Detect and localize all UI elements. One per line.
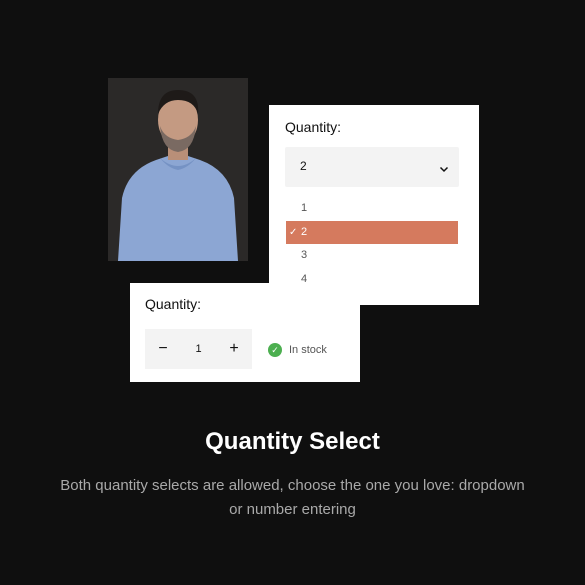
- feature-title: Quantity Select: [205, 428, 380, 455]
- check-circle-icon: ✓: [268, 343, 282, 357]
- stepper-quantity-card: Quantity: − 1 + ✓ In stock: [130, 283, 360, 382]
- option-1[interactable]: 1: [286, 197, 458, 221]
- quantity-label: Quantity:: [285, 119, 342, 135]
- quantity-label: Quantity:: [145, 296, 202, 312]
- quantity-input[interactable]: 1: [181, 329, 216, 369]
- decrement-button[interactable]: −: [145, 329, 181, 369]
- feature-description: Both quantity selects are allowed, choos…: [60, 477, 525, 518]
- selected-value: 2: [300, 159, 307, 173]
- quantity-select[interactable]: 2: [285, 147, 459, 187]
- dropdown-quantity-card: Quantity: 2 1 ✓ 2 3 4: [269, 105, 479, 305]
- stock-text: In stock: [289, 344, 327, 356]
- increment-button[interactable]: +: [216, 329, 252, 369]
- chevron-down-icon: [439, 161, 449, 179]
- option-3[interactable]: 3: [286, 244, 458, 268]
- quantity-stepper: − 1 +: [145, 329, 252, 369]
- check-icon: ✓: [289, 226, 298, 238]
- product-photo: [108, 78, 248, 261]
- quantity-options-list: 1 ✓ 2 3 4: [286, 197, 458, 291]
- option-2-selected[interactable]: ✓ 2: [286, 220, 458, 244]
